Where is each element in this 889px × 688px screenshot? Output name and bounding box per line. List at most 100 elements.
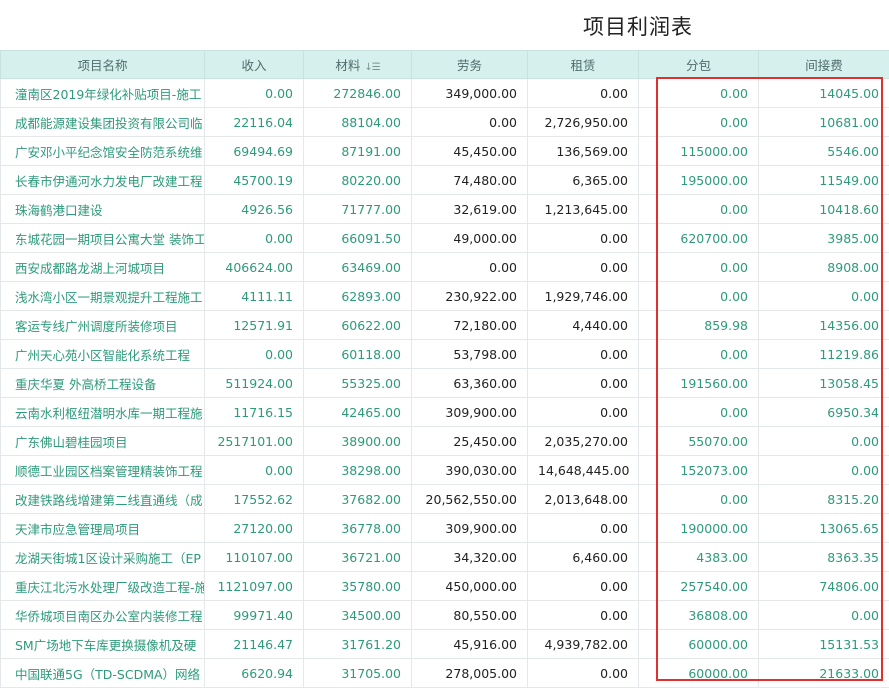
cell-material[interactable]: 31761.20 — [304, 630, 412, 659]
table-row[interactable]: 广州天心苑小区智能化系统工程0.0060118.0053,798.000.000… — [1, 340, 889, 369]
cell-subcontract[interactable]: 60000.00 — [639, 630, 759, 659]
cell-material[interactable]: 34500.00 — [304, 601, 412, 630]
cell-subcontract[interactable]: 0.00 — [639, 79, 759, 108]
cell-subcontract[interactable]: 115000.00 — [639, 137, 759, 166]
cell-income[interactable]: 406624.00 — [205, 253, 304, 282]
cell-lease[interactable]: 6,365.00 — [528, 166, 639, 195]
cell-labor[interactable]: 309,900.00 — [412, 514, 528, 543]
cell-labor[interactable]: 53,798.00 — [412, 340, 528, 369]
cell-income[interactable]: 0.00 — [205, 456, 304, 485]
cell-material[interactable]: 36721.00 — [304, 543, 412, 572]
cell-name[interactable]: 浅水湾小区一期景观提升工程施工 — [1, 282, 205, 311]
cell-material[interactable]: 31705.00 — [304, 659, 412, 688]
column-header-lease[interactable]: 租赁 — [528, 51, 639, 79]
cell-subcontract[interactable]: 0.00 — [639, 340, 759, 369]
cell-material[interactable]: 37682.00 — [304, 485, 412, 514]
cell-income[interactable]: 45700.19 — [205, 166, 304, 195]
cell-labor[interactable]: 80,550.00 — [412, 601, 528, 630]
cell-lease[interactable]: 0.00 — [528, 572, 639, 601]
cell-labor[interactable]: 278,005.00 — [412, 659, 528, 688]
cell-labor[interactable]: 25,450.00 — [412, 427, 528, 456]
cell-material[interactable]: 71777.00 — [304, 195, 412, 224]
cell-material[interactable]: 80220.00 — [304, 166, 412, 195]
cell-indirect[interactable]: 13065.65 — [759, 514, 889, 543]
cell-income[interactable]: 4926.56 — [205, 195, 304, 224]
cell-indirect[interactable]: 6950.34 — [759, 398, 889, 427]
cell-name[interactable]: SM广场地下车库更换摄像机及硬 — [1, 630, 205, 659]
cell-name[interactable]: 天津市应急管理局项目 — [1, 514, 205, 543]
cell-subcontract[interactable]: 0.00 — [639, 485, 759, 514]
cell-subcontract[interactable]: 620700.00 — [639, 224, 759, 253]
cell-indirect[interactable]: 0.00 — [759, 601, 889, 630]
cell-indirect[interactable]: 21633.00 — [759, 659, 889, 688]
cell-subcontract[interactable]: 191560.00 — [639, 369, 759, 398]
column-header-subcontract[interactable]: 分包 — [639, 51, 759, 79]
cell-subcontract[interactable]: 0.00 — [639, 195, 759, 224]
cell-name[interactable]: 长春市伊通河水力发电厂改建工程 — [1, 166, 205, 195]
cell-material[interactable]: 55325.00 — [304, 369, 412, 398]
cell-lease[interactable]: 0.00 — [528, 398, 639, 427]
cell-name[interactable]: 成都能源建设集团投资有限公司临 — [1, 108, 205, 137]
table-row[interactable]: 重庆江北污水处理厂级改造工程-施1121097.0035780.00450,00… — [1, 572, 889, 601]
cell-indirect[interactable]: 8363.35 — [759, 543, 889, 572]
cell-name[interactable]: 顺德工业园区档案管理精装饰工程 — [1, 456, 205, 485]
cell-labor[interactable]: 34,320.00 — [412, 543, 528, 572]
cell-labor[interactable]: 63,360.00 — [412, 369, 528, 398]
cell-name[interactable]: 龙湖天街城1区设计采购施工（EP — [1, 543, 205, 572]
cell-subcontract[interactable]: 60000.00 — [639, 659, 759, 688]
column-header-labor[interactable]: 劳务 — [412, 51, 528, 79]
cell-labor[interactable]: 72,180.00 — [412, 311, 528, 340]
cell-labor[interactable]: 390,030.00 — [412, 456, 528, 485]
cell-name[interactable]: 潼南区2019年绿化补贴项目-施工 — [1, 79, 205, 108]
table-row[interactable]: SM广场地下车库更换摄像机及硬21146.4731761.2045,916.00… — [1, 630, 889, 659]
cell-labor[interactable]: 0.00 — [412, 253, 528, 282]
cell-subcontract[interactable]: 195000.00 — [639, 166, 759, 195]
cell-lease[interactable]: 136,569.00 — [528, 137, 639, 166]
cell-lease[interactable]: 0.00 — [528, 514, 639, 543]
cell-income[interactable]: 27120.00 — [205, 514, 304, 543]
cell-income[interactable]: 0.00 — [205, 224, 304, 253]
cell-material[interactable]: 38900.00 — [304, 427, 412, 456]
cell-lease[interactable]: 4,440.00 — [528, 311, 639, 340]
cell-labor[interactable]: 0.00 — [412, 108, 528, 137]
table-row[interactable]: 广东佛山碧桂园项目2517101.0038900.0025,450.002,03… — [1, 427, 889, 456]
table-row[interactable]: 东城花园一期项目公寓大堂 装饰工0.0066091.5049,000.000.0… — [1, 224, 889, 253]
cell-lease[interactable]: 4,939,782.00 — [528, 630, 639, 659]
cell-income[interactable]: 69494.69 — [205, 137, 304, 166]
cell-name[interactable]: 华侨城项目南区办公室内装修工程 — [1, 601, 205, 630]
table-row[interactable]: 客运专线广州调度所装修项目12571.9160622.0072,180.004,… — [1, 311, 889, 340]
cell-material[interactable]: 87191.00 — [304, 137, 412, 166]
cell-indirect[interactable]: 11219.86 — [759, 340, 889, 369]
cell-material[interactable]: 35780.00 — [304, 572, 412, 601]
cell-lease[interactable]: 0.00 — [528, 79, 639, 108]
cell-subcontract[interactable]: 0.00 — [639, 398, 759, 427]
cell-labor[interactable]: 450,000.00 — [412, 572, 528, 601]
cell-subcontract[interactable]: 4383.00 — [639, 543, 759, 572]
cell-labor[interactable]: 309,900.00 — [412, 398, 528, 427]
cell-labor[interactable]: 349,000.00 — [412, 79, 528, 108]
cell-lease[interactable]: 0.00 — [528, 224, 639, 253]
cell-name[interactable]: 广安邓小平纪念馆安全防范系统维 — [1, 137, 205, 166]
cell-name[interactable]: 重庆江北污水处理厂级改造工程-施 — [1, 572, 205, 601]
cell-income[interactable]: 11716.15 — [205, 398, 304, 427]
cell-labor[interactable]: 32,619.00 — [412, 195, 528, 224]
cell-indirect[interactable]: 14356.00 — [759, 311, 889, 340]
cell-indirect[interactable]: 0.00 — [759, 456, 889, 485]
cell-lease[interactable]: 1,929,746.00 — [528, 282, 639, 311]
cell-indirect[interactable]: 14045.00 — [759, 79, 889, 108]
cell-lease[interactable]: 0.00 — [528, 369, 639, 398]
cell-name[interactable]: 改建铁路线增建第二线直通线（成 — [1, 485, 205, 514]
cell-income[interactable]: 1121097.00 — [205, 572, 304, 601]
table-row[interactable]: 广安邓小平纪念馆安全防范系统维69494.6987191.0045,450.00… — [1, 137, 889, 166]
cell-lease[interactable]: 2,726,950.00 — [528, 108, 639, 137]
column-header-income[interactable]: 收入 — [205, 51, 304, 79]
cell-indirect[interactable]: 15131.53 — [759, 630, 889, 659]
cell-income[interactable]: 2517101.00 — [205, 427, 304, 456]
cell-income[interactable]: 21146.47 — [205, 630, 304, 659]
table-row[interactable]: 改建铁路线增建第二线直通线（成17552.6237682.0020,562,55… — [1, 485, 889, 514]
cell-income[interactable]: 0.00 — [205, 340, 304, 369]
cell-material[interactable]: 38298.00 — [304, 456, 412, 485]
cell-lease[interactable]: 2,013,648.00 — [528, 485, 639, 514]
table-row[interactable]: 珠海鹤港口建设4926.5671777.0032,619.001,213,645… — [1, 195, 889, 224]
cell-name[interactable]: 珠海鹤港口建设 — [1, 195, 205, 224]
